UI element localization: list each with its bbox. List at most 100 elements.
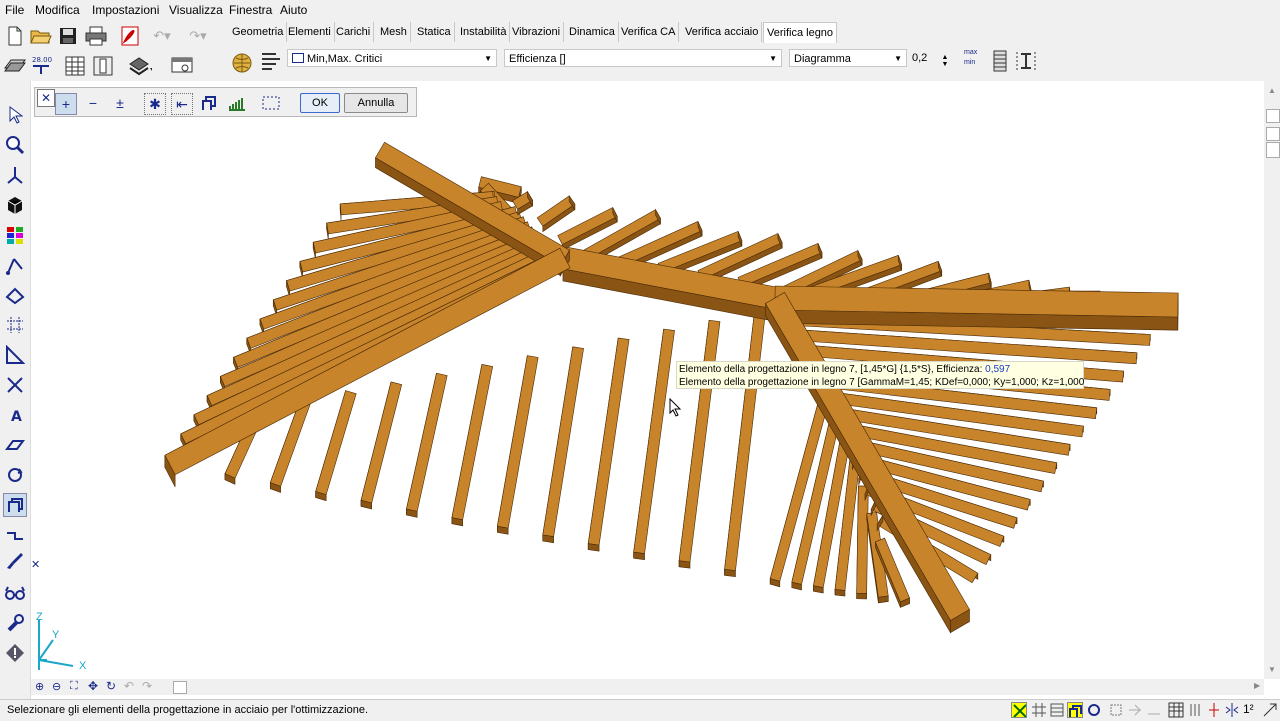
tab-verifica-legno[interactable]: Verifica legno bbox=[763, 22, 837, 43]
list-settings-icon[interactable] bbox=[259, 49, 283, 73]
tab-mesh[interactable]: Mesh bbox=[377, 22, 411, 42]
snap-lines-icon[interactable] bbox=[1049, 702, 1065, 718]
new-file-icon[interactable] bbox=[3, 24, 27, 48]
remove-selection-icon[interactable]: − bbox=[83, 93, 103, 113]
stack-view-icon[interactable] bbox=[128, 54, 152, 78]
scroll-right-icon[interactable]: ▶ bbox=[1254, 681, 1260, 690]
pdf-export-icon[interactable] bbox=[118, 24, 142, 48]
snap-cross-icon[interactable] bbox=[1011, 702, 1027, 718]
rotate-view-icon[interactable]: ↻ bbox=[106, 679, 116, 693]
load-case-select[interactable]: Min,Max. Critici ▼ bbox=[287, 49, 497, 67]
rafter-beam-40[interactable] bbox=[588, 338, 629, 551]
select-arrow-icon[interactable] bbox=[3, 103, 27, 127]
rafter-beam-37[interactable] bbox=[452, 364, 493, 525]
menu-file[interactable]: File bbox=[5, 3, 24, 17]
rafter-beam-18[interactable] bbox=[537, 196, 575, 232]
snap-split-icon[interactable] bbox=[1206, 702, 1222, 718]
vertical-scrollbar[interactable]: ▲ ▼ bbox=[1264, 81, 1280, 679]
select-by-property-icon[interactable] bbox=[226, 93, 246, 113]
node-vectors-icon[interactable] bbox=[3, 253, 27, 277]
text-label-icon[interactable]: A bbox=[3, 403, 27, 427]
snap-box-icon[interactable] bbox=[1108, 702, 1124, 718]
print-icon[interactable] bbox=[84, 24, 108, 48]
plate-element-icon[interactable] bbox=[3, 433, 27, 457]
solid-cube-icon[interactable] bbox=[3, 193, 27, 217]
tab-elementi[interactable]: Elementi bbox=[285, 22, 335, 42]
display-mode-select[interactable]: Diagramma ▼ bbox=[789, 49, 907, 67]
snap-mirror-icon[interactable] bbox=[1224, 702, 1240, 718]
rafter-beam-36[interactable] bbox=[406, 373, 447, 517]
scale-stepper[interactable]: ▲ ▼ bbox=[938, 50, 952, 72]
beam-element-icon[interactable] bbox=[3, 283, 27, 307]
minmax-toggle[interactable]: max min bbox=[964, 48, 988, 74]
support-icon[interactable] bbox=[3, 523, 27, 547]
zoom-in-icon[interactable]: ⊕ bbox=[35, 680, 44, 693]
invert-selection-icon[interactable]: ± bbox=[110, 93, 130, 113]
pan-icon[interactable]: ✥ bbox=[88, 679, 98, 693]
rafter-beam-42[interactable] bbox=[679, 320, 720, 568]
grid-nodes-icon[interactable] bbox=[3, 313, 27, 337]
scale-value[interactable]: 0,2 bbox=[912, 52, 927, 64]
tab-carichi[interactable]: Carichi bbox=[333, 22, 374, 42]
horizontal-scrollbar[interactable]: ⊕ ⊖ ⛶ ✥ ↻ ↶ ↷ ▶ bbox=[31, 679, 1264, 695]
rafter-beam-48[interactable] bbox=[857, 486, 869, 599]
rafter-beam-43[interactable] bbox=[725, 311, 766, 576]
scroll-thumb[interactable] bbox=[1266, 142, 1280, 158]
paint-brush-icon[interactable] bbox=[3, 549, 27, 573]
tab-verifica-ca[interactable]: Verifica CA bbox=[618, 22, 679, 42]
snap-arrow-icon[interactable] bbox=[1127, 702, 1143, 718]
select-by-type-icon[interactable] bbox=[199, 93, 219, 113]
rafter-beam-41[interactable] bbox=[634, 329, 675, 560]
stepper-up-icon[interactable]: ▲ bbox=[942, 54, 949, 61]
table-view-icon[interactable] bbox=[1168, 702, 1184, 718]
globe-check-icon[interactable] bbox=[230, 51, 254, 75]
menu-impostazioni[interactable]: Impostazioni bbox=[92, 3, 159, 17]
zoom-out-icon[interactable]: ⊖ bbox=[52, 680, 61, 693]
tab-dinamica[interactable]: Dinamica bbox=[566, 22, 619, 42]
tab-geometria[interactable]: Geometria bbox=[229, 22, 287, 42]
menu-modifica[interactable]: Modifica bbox=[35, 3, 80, 17]
wrench-icon[interactable] bbox=[3, 611, 27, 635]
tab-statica[interactable]: Statica bbox=[414, 22, 455, 42]
rotate-icon[interactable] bbox=[3, 463, 27, 487]
select-all-icon[interactable]: ✱ bbox=[144, 93, 166, 115]
layers-icon[interactable] bbox=[3, 54, 27, 78]
rafter-beam-34[interactable] bbox=[316, 391, 357, 501]
expand-icon[interactable] bbox=[1262, 702, 1278, 718]
quantity-select[interactable]: Efficienza [] ▼ bbox=[504, 49, 782, 67]
snap-rotate-icon[interactable] bbox=[1086, 702, 1102, 718]
ok-button[interactable]: OK bbox=[300, 93, 340, 113]
snap-vertical-icon[interactable] bbox=[1187, 702, 1203, 718]
design-member-icon[interactable] bbox=[3, 493, 27, 517]
dimension-icon[interactable]: 28.00 bbox=[29, 53, 53, 77]
stepper-down-icon[interactable]: ▼ bbox=[942, 61, 949, 68]
rafter-beam-39[interactable] bbox=[543, 347, 584, 543]
scroll-down-icon[interactable]: ▼ bbox=[1268, 665, 1276, 674]
scroll-up-icon[interactable]: ▲ bbox=[1268, 86, 1276, 95]
tab-verifica-acciaio[interactable]: Verifica acciaio bbox=[682, 22, 762, 42]
open-folder-icon[interactable] bbox=[29, 24, 53, 48]
table-icon[interactable] bbox=[63, 54, 87, 78]
redo-icon[interactable]: ↷▾ bbox=[186, 24, 210, 48]
cancel-button[interactable]: Annulla bbox=[344, 93, 408, 113]
snap-member-icon[interactable] bbox=[1067, 702, 1083, 718]
select-previous-icon[interactable]: ⇤ bbox=[171, 93, 193, 115]
hscroll-thumb[interactable] bbox=[173, 681, 187, 694]
rafter-beam-35[interactable] bbox=[361, 382, 402, 509]
warning-diamond-icon[interactable] bbox=[3, 641, 27, 665]
color-palette-icon[interactable] bbox=[3, 223, 27, 247]
undo-icon[interactable]: ↶▾ bbox=[150, 24, 174, 48]
panel-toggle2-icon[interactable] bbox=[1266, 127, 1280, 141]
report-icon[interactable] bbox=[91, 54, 115, 78]
zoom-icon[interactable] bbox=[3, 133, 27, 157]
redo-view-icon[interactable]: ↷ bbox=[142, 679, 152, 693]
close-icon[interactable]: ✕ bbox=[37, 89, 55, 107]
snap-line-icon[interactable] bbox=[1146, 702, 1162, 718]
save-icon[interactable] bbox=[56, 24, 80, 48]
rafter-beam-38[interactable] bbox=[497, 356, 538, 535]
cut-icon[interactable] bbox=[3, 373, 27, 397]
undo-view-icon[interactable]: ↶ bbox=[124, 679, 134, 693]
window-select-icon[interactable] bbox=[261, 93, 281, 113]
zoom-fit-icon[interactable]: ⛶ bbox=[70, 680, 78, 693]
menu-visualizza[interactable]: Visualizza bbox=[169, 3, 223, 17]
